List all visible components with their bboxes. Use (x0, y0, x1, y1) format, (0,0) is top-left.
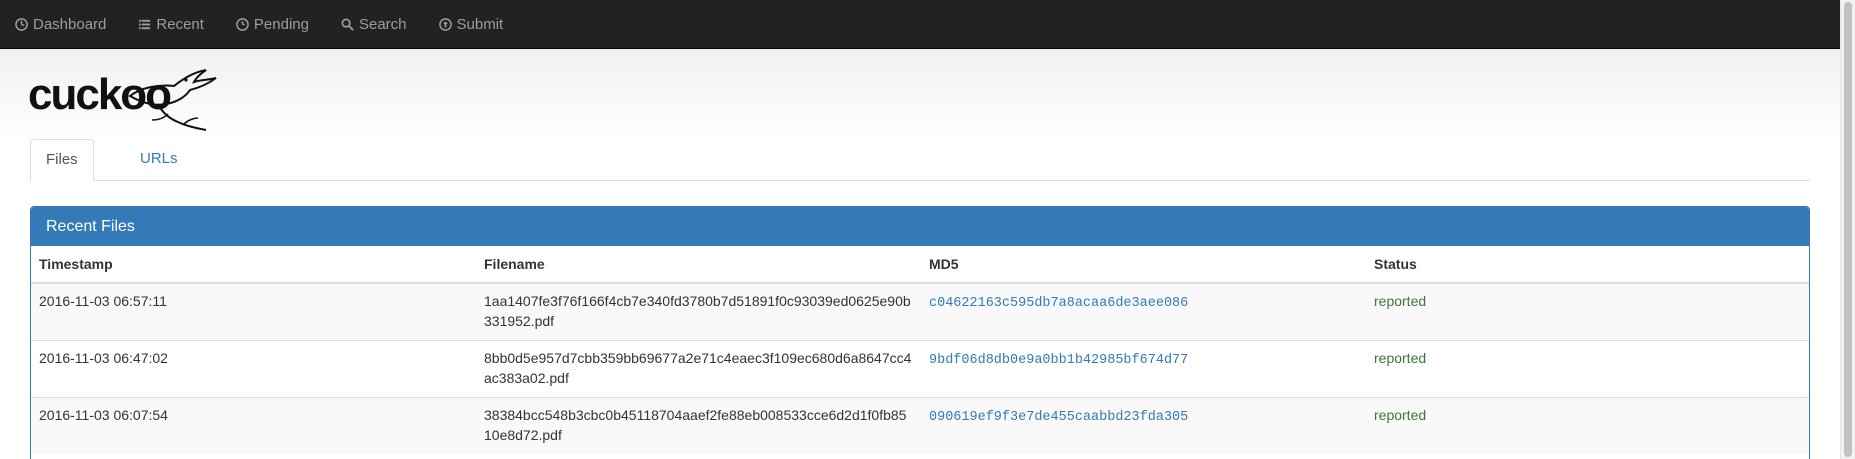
panel-title: Recent Files (31, 207, 1809, 246)
filename-cell: 1aa1407fe3f76f166f4cb7e340fd3780b7d51891… (476, 282, 921, 340)
tab-bar: Files URLs (30, 139, 1810, 182)
status-cell: reported (1366, 282, 1809, 340)
nav-submit-label: Submit (456, 15, 504, 33)
column-timestamp: Timestamp (31, 246, 476, 284)
tab-urls[interactable]: URLs (125, 139, 193, 181)
status-label: reported (1374, 349, 1427, 366)
md5-link[interactable]: c04622163c595db7a8acaa6de3aee086 (929, 296, 1188, 311)
status-cell: reported (1366, 396, 1809, 454)
recent-files-table: Timestamp Filename MD5 Status 2016-11-03… (31, 246, 1809, 454)
md5-cell: 090619ef9f3e7de455caabbd23fda305 (921, 396, 1366, 454)
column-md5: MD5 (921, 246, 1366, 284)
nav-pending[interactable]: Pending (236, 0, 309, 49)
md5-cell: c04622163c595db7a8acaa6de3aee086 (921, 282, 1366, 340)
recent-files-panel: Recent Files Timestamp Filename MD5 Stat… (30, 206, 1810, 459)
list-icon (139, 19, 151, 29)
nav-pending-label: Pending (253, 15, 309, 33)
timestamp-cell: 2016-11-03 06:07:54 (31, 396, 476, 454)
table-row[interactable]: 2016-11-03 06:57:11 1aa1407fe3f76f166f4c… (31, 282, 1809, 340)
timestamp-cell: 2016-11-03 06:47:02 (31, 339, 476, 397)
nav-dashboard-label: Dashboard (33, 15, 107, 33)
filename-cell: 8bb0d5e957d7cbb359bb69677a2e71c4eaec3f10… (476, 339, 921, 397)
column-status: Status (1366, 246, 1809, 284)
vertical-scrollbar[interactable] (1840, 0, 1855, 459)
search-icon (341, 18, 354, 31)
nav-recent[interactable]: Recent (138, 0, 204, 49)
dashboard-icon (15, 17, 28, 31)
tab-files[interactable]: Files (30, 139, 94, 182)
timestamp-cell: 2016-11-03 06:57:11 (31, 282, 476, 340)
table-row[interactable]: 2016-11-03 06:07:54 38384bcc548b3cbc0b45… (31, 396, 1809, 454)
status-cell: reported (1366, 339, 1809, 397)
scrollbar-thumb[interactable] (1844, 2, 1852, 457)
status-label: reported (1374, 406, 1427, 423)
md5-link[interactable]: 9bdf06d8db0e9a0bb1b42985bf674d77 (929, 353, 1188, 368)
status-label: reported (1374, 293, 1427, 309)
nav-submit[interactable]: Submit (438, 0, 504, 49)
header-band (0, 49, 1840, 139)
filename-cell: 38384bcc548b3cbc0b45118704aaef2fe88eb008… (476, 396, 921, 454)
table-row[interactable]: 2016-11-03 06:47:02 8bb0d5e957d7cbb359bb… (31, 339, 1809, 397)
bird-icon (128, 69, 217, 131)
nav-search[interactable]: Search (341, 0, 407, 49)
filename: 38384bcc548b3cbc0b45118704aaef2fe88eb008… (484, 406, 907, 443)
filename: 1aa1407fe3f76f166f4cb7e340fd3780b7d51891… (484, 293, 911, 329)
column-filename: Filename (476, 246, 921, 284)
filename: 8bb0d5e957d7cbb359bb69677a2e71c4eaec3f10… (484, 349, 912, 386)
md5-link[interactable]: 090619ef9f3e7de455caabbd23fda305 (929, 410, 1188, 425)
cuckoo-logo[interactable]: cuckoo (28, 66, 218, 132)
top-navbar: Dashboard Recent Pending Search Submit (0, 0, 1840, 49)
clock-icon (236, 17, 249, 31)
nav-search-label: Search (358, 15, 407, 33)
upload-icon (438, 17, 452, 31)
table-header-row: Timestamp Filename MD5 Status (31, 246, 1809, 284)
nav-recent-label: Recent (156, 15, 204, 33)
nav-dashboard[interactable]: Dashboard (15, 0, 106, 49)
md5-cell: 9bdf06d8db0e9a0bb1b42985bf674d77 (921, 339, 1366, 397)
